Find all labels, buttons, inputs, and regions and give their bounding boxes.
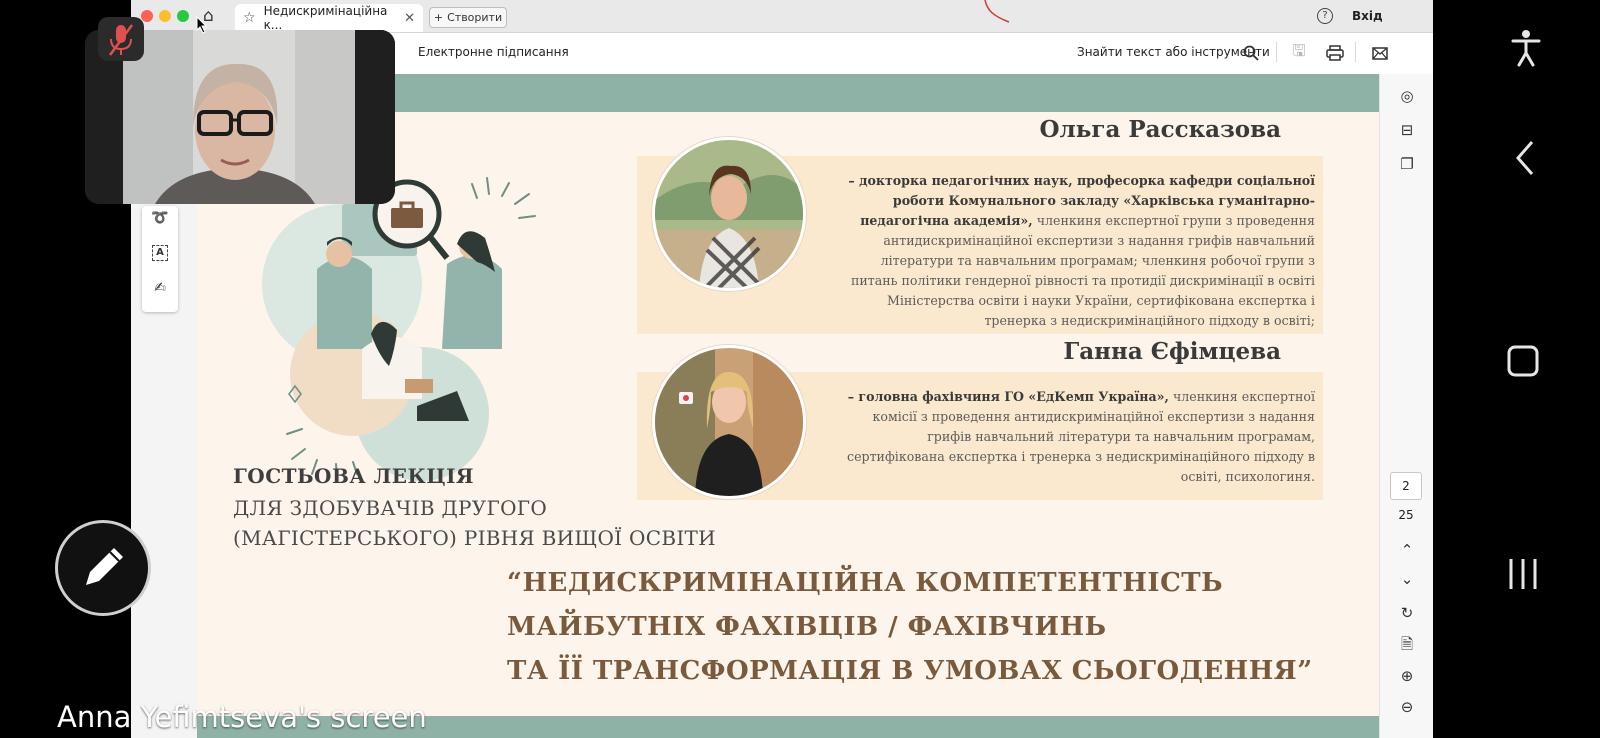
text-box-icon[interactable]: A [152, 245, 168, 261]
lecture-heading: ГОСТЬОВА ЛЕКЦІЯ [233, 464, 475, 488]
person2-bio: – головна фахівчиня ГО «ЕдКемп Україна»,… [837, 387, 1315, 487]
active-tab[interactable]: ☆ Недискримінаційна к... ✕ [235, 4, 423, 32]
pencil-icon [86, 548, 123, 585]
right-tool-rail: ◎ ⊟ ❐ 2 25 ⌃ ⌄ ↻ 🗎 ⊕ ⊖ [1379, 74, 1433, 738]
new-tab-button[interactable]: + Створити [429, 7, 507, 28]
signin-button[interactable]: Вхід [1352, 9, 1383, 23]
back-icon[interactable] [1514, 140, 1536, 176]
mail-icon[interactable] [1370, 43, 1390, 63]
person2-name: Ганна Єфімцева [1063, 338, 1281, 365]
topic-title-line-3: ТА ЇЇ ТРАНСФОРМАЦІЯ В УМОВАХ СЬОГОДЕННЯ” [507, 656, 1313, 686]
person2-photo [652, 345, 806, 499]
lecture-subtitle-2: (МАГІСТЕРСЬКОГО) РІВНЯ ВИЩОЇ ОСВІТИ [233, 526, 716, 550]
pages-icon[interactable]: ❐ [1396, 153, 1418, 175]
chevron-down-icon[interactable]: ⌄ [1396, 568, 1418, 590]
star-icon[interactable]: ☆ [243, 10, 256, 26]
topic-title-line-1: “НЕДИСКРИМІНАЦІЙНА КОМПЕТЕНТНІСТЬ [507, 568, 1224, 598]
team-illustration [262, 177, 536, 481]
save-icon[interactable]: 🖫 [1289, 41, 1309, 63]
android-nav-bar [1480, 0, 1600, 738]
minimize-window-icon[interactable] [159, 10, 171, 22]
mouse-cursor [196, 16, 208, 34]
chevron-up-icon[interactable]: ⌃ [1396, 539, 1418, 561]
zoom-out-icon[interactable]: ⊖ [1396, 696, 1418, 718]
close-tab-icon[interactable]: ✕ [404, 11, 415, 26]
toolbar-divider [1355, 42, 1356, 62]
total-pages: 25 [1398, 508, 1414, 522]
lecture-subtitle-1: ДЛЯ ЗДОБУВАЧІВ ДРУГОГО [233, 496, 548, 520]
search-icon[interactable] [1241, 43, 1261, 63]
annotate-button[interactable] [55, 520, 151, 616]
lasso-icon[interactable]: ➰ [150, 210, 170, 230]
person1-name: Ольга Рассказова [1039, 116, 1282, 143]
person1-bio-rest: членкиня експертної групи з проведення а… [850, 213, 1315, 328]
accessibility-icon[interactable] [1510, 28, 1542, 68]
person1-bio: – докторка педагогічних наук, професорка… [837, 171, 1315, 331]
annotation-tools-panel: ➰ A ✍ [142, 206, 178, 312]
rotate-icon[interactable]: ↻ [1396, 602, 1418, 624]
browser-tab-bar: ⌂ ☆ Недискримінаційна к... ✕ + Створити … [131, 0, 1433, 33]
toolbar-divider [1276, 42, 1277, 62]
document-icon[interactable]: 🗎 [1396, 633, 1418, 655]
plus-icon: + [433, 11, 444, 24]
person2-bio-bold: – головна фахівчиня ГО «ЕдКемп Україна», [847, 389, 1169, 404]
comment-icon[interactable]: ◎ [1396, 85, 1418, 107]
mic-muted-icon[interactable] [98, 17, 144, 61]
screen-share-caption: Anna Yefimtseva's screen [57, 700, 427, 734]
recents-icon[interactable] [1506, 556, 1540, 592]
bookmark-icon[interactable]: ⊟ [1396, 119, 1418, 141]
print-icon[interactable] [1325, 43, 1345, 63]
esign-menu[interactable]: Електронне підписання [418, 45, 569, 59]
person1-photo [652, 137, 806, 291]
home-square-icon[interactable] [1506, 344, 1540, 378]
maximize-window-icon[interactable] [177, 10, 189, 22]
annotation-stroke [984, 0, 1010, 23]
tab-title: Недискримінаційна к... [263, 4, 388, 32]
zoom-in-icon[interactable]: ⊕ [1396, 665, 1418, 687]
help-icon[interactable]: ? [1317, 8, 1333, 24]
page-number-input[interactable]: 2 [1390, 472, 1422, 500]
sign-icon[interactable]: ✍ [150, 280, 170, 300]
topic-title-line-2: МАЙБУТНІХ ФАХІВЦІВ / ФАХІВЧИНЬ [507, 612, 1107, 642]
